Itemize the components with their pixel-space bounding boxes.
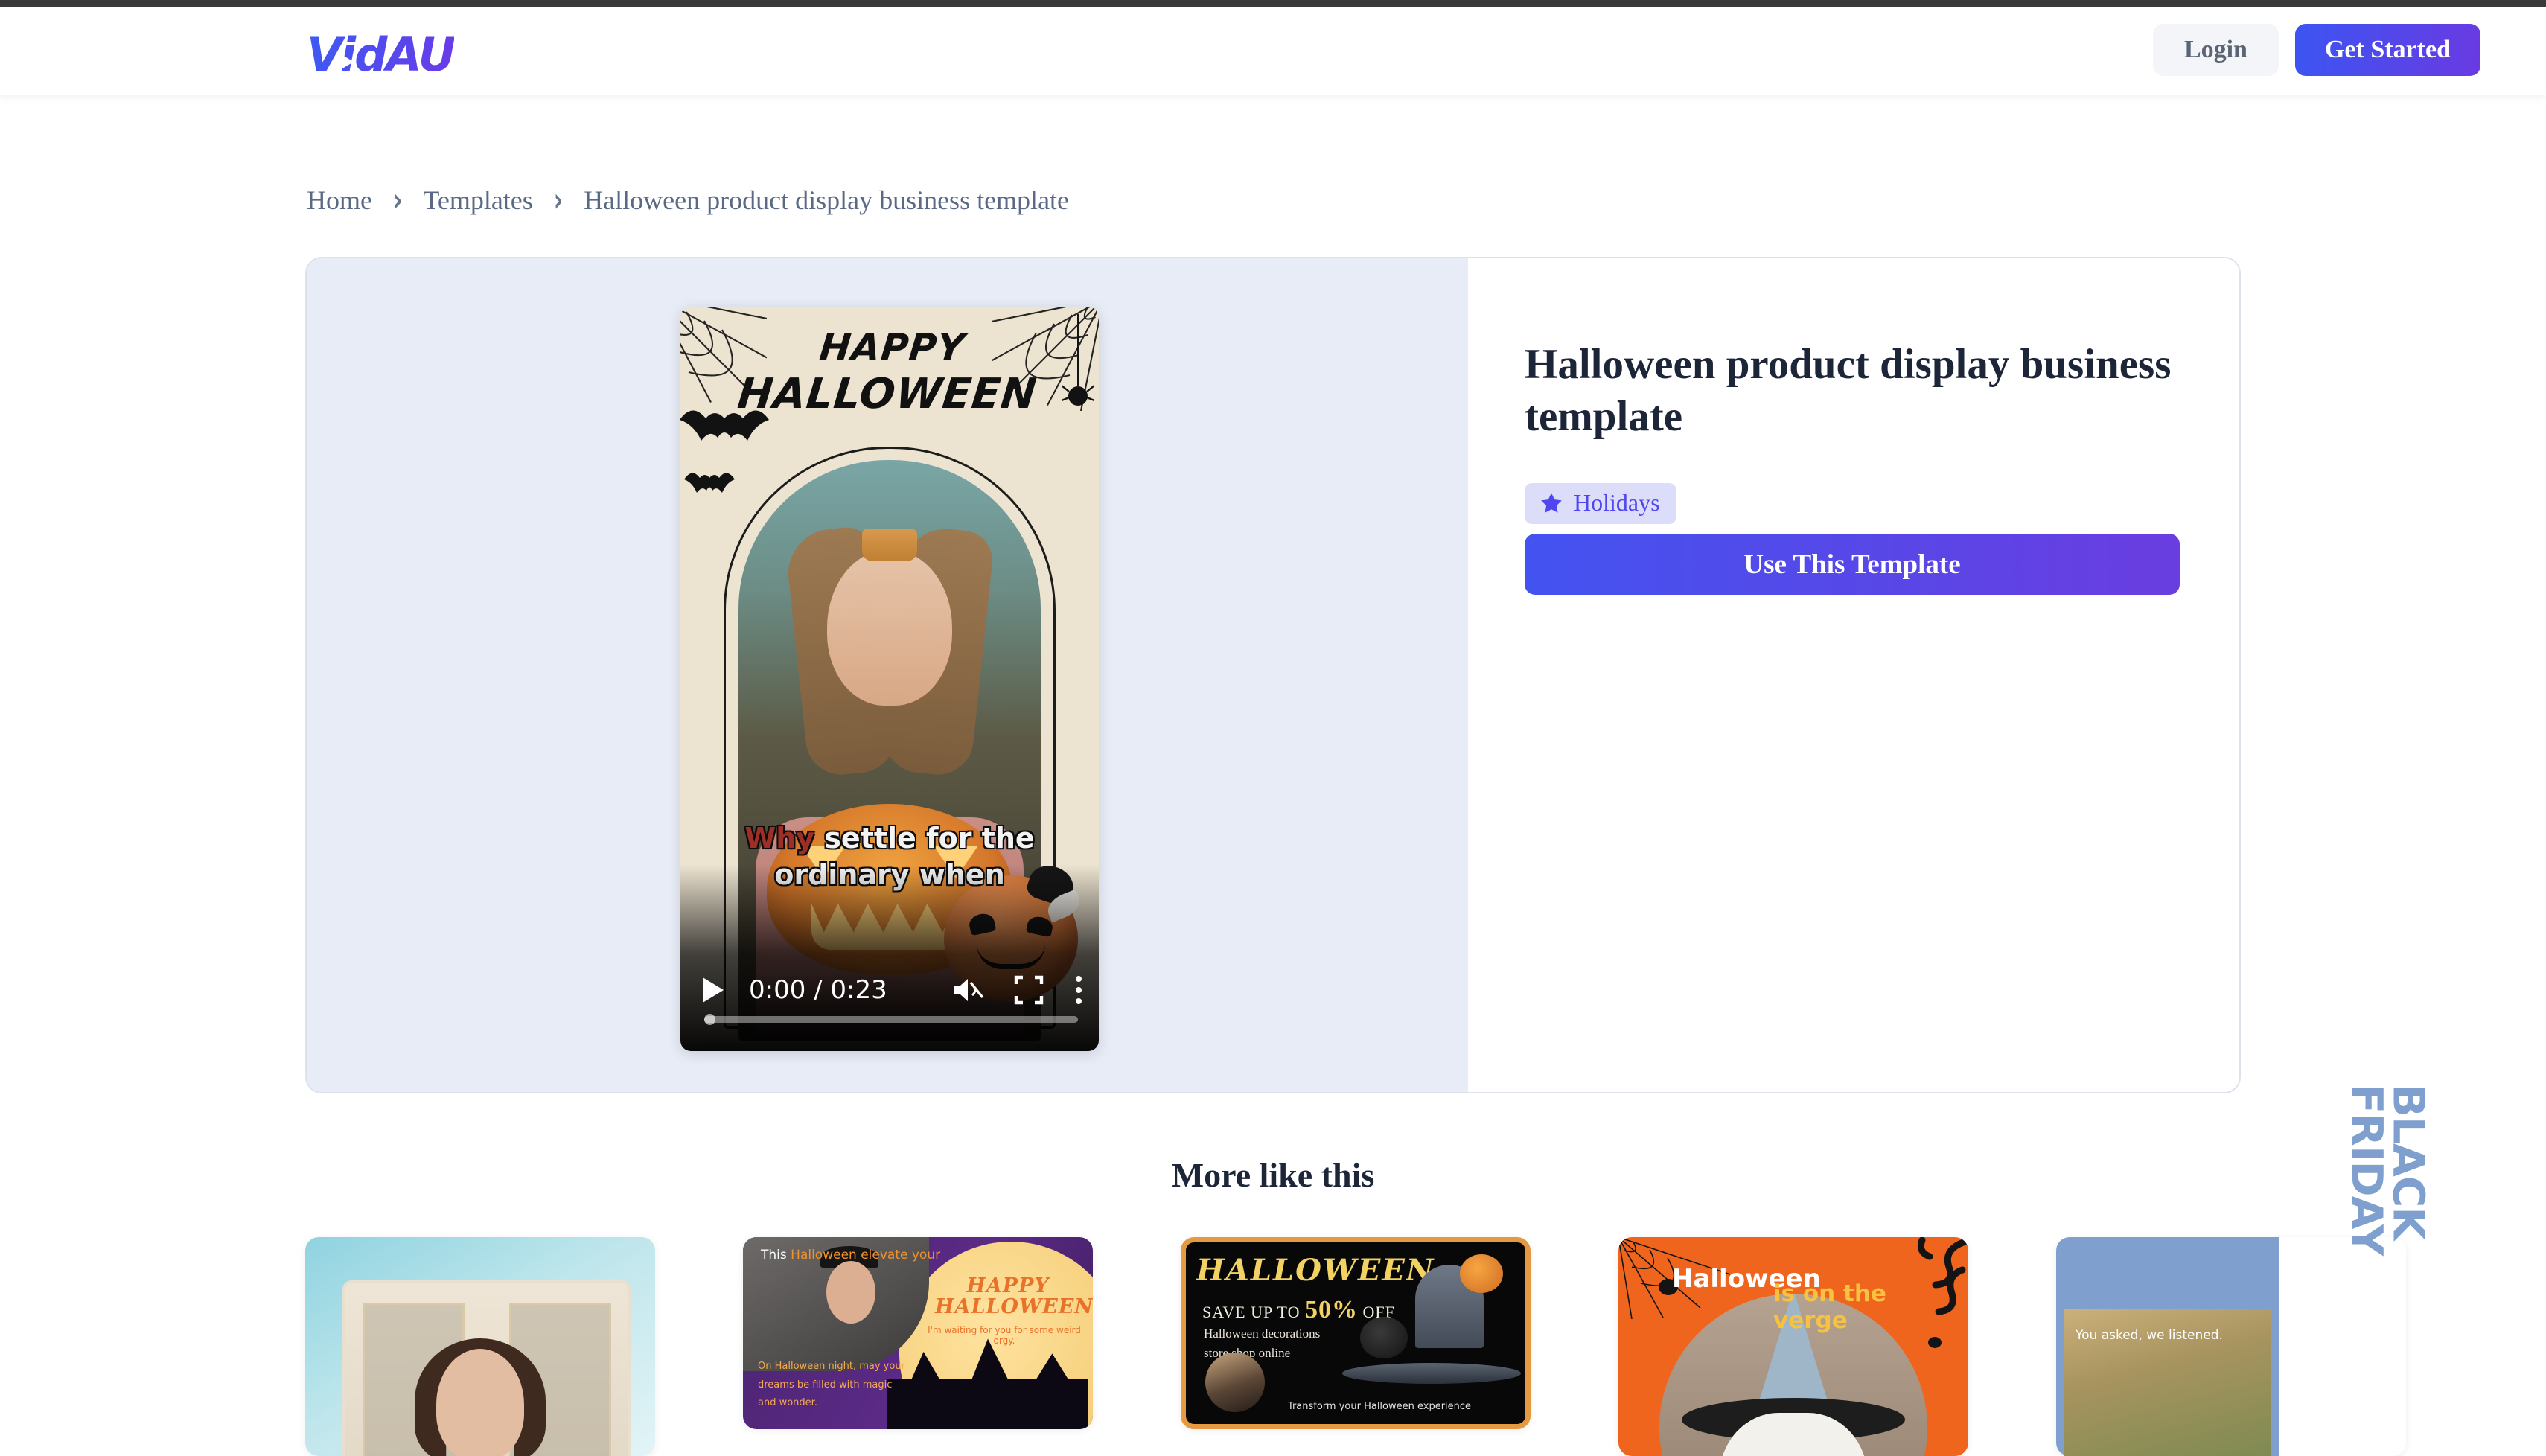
card4-line2: is on the verge (1773, 1280, 1886, 1334)
tag-label: Holidays (1574, 489, 1660, 516)
browser-chrome-strip (0, 0, 2546, 7)
card3-save-text: SAVE UP TO 50% OFF (1202, 1296, 1395, 1324)
related-card-purple-halloween[interactable]: This Halloween elevate your HAPPY HALLOWE… (743, 1237, 1093, 1429)
card3-footer: Transform your Halloween experience (1287, 1401, 1472, 1412)
breadcrumb-item-home[interactable]: Home (307, 185, 372, 216)
card2-title-line2: HALLOWEEN (935, 1295, 1093, 1319)
page-title: Halloween product display business templ… (1525, 341, 2172, 440)
get-started-button[interactable]: Get Started (2294, 24, 2480, 76)
person-face (436, 1349, 524, 1456)
fullscreen-icon[interactable] (1014, 975, 1044, 1005)
breadcrumb-item-current: Halloween product display business templ… (584, 185, 1070, 215)
card5-overlay-text: You asked, we listened. (2076, 1328, 2223, 1343)
use-this-template-button[interactable]: Use This Template (1525, 534, 2180, 595)
more-like-this-heading: More like this (1171, 1156, 1375, 1194)
chevron-right-icon: › (553, 181, 564, 220)
template-info-area: Halloween product display business templ… (1468, 258, 2239, 1092)
template-tags: Holidays (1525, 483, 1676, 524)
related-card-wardrobe[interactable] (305, 1237, 655, 1456)
dark-pumpkin-graphic (1360, 1317, 1408, 1358)
poster-title-line2: HALLOWEEN (735, 370, 1040, 418)
related-card-halloween-sale[interactable]: HALLOWEEN SAVE UP TO 50% OFF Halloween d… (1181, 1237, 1531, 1429)
card5-side-text: BLACK FRIDAY (2341, 1085, 2434, 1255)
star-icon (1541, 492, 1562, 513)
kebab-menu-icon[interactable] (1073, 974, 1084, 1006)
video-preview-area: HAPPY HALLOWEEN Why settle for the 0:00 … (307, 258, 1468, 1092)
spider-icon (1928, 1337, 1942, 1348)
card2-top-white: This (761, 1248, 791, 1262)
card3-save-amount: 50% (1304, 1296, 1358, 1324)
card3-headline: HALLOWEEN (1196, 1253, 1435, 1288)
card5-side-line2: FRIDAY (2341, 1084, 2393, 1255)
breadcrumb-item-templates[interactable]: Templates (423, 185, 532, 216)
witch-face (826, 1261, 875, 1324)
related-card-black-friday[interactable]: You asked, we listened. BLACK FRIDAY (2056, 1085, 2434, 1456)
card2-title-line1: HAPPY (966, 1274, 1050, 1297)
mini-pumpkin-hat (862, 529, 917, 561)
vidau-logo[interactable]: VidAU (307, 28, 456, 82)
breadcrumb: Home › Templates › Halloween product dis… (307, 182, 1070, 220)
video-controls: 0:00 / 0:23 (680, 963, 1099, 1051)
template-detail-panel: HAPPY HALLOWEEN Why settle for the 0:00 … (305, 257, 2241, 1093)
related-templates-list: This Halloween elevate your HAPPY HALLOWE… (305, 1085, 2434, 1456)
person-face (827, 549, 952, 706)
card2-bottom-text: On Halloween night, may your dreams be f… (758, 1360, 905, 1409)
card2-title: HAPPY HALLOWEEN (935, 1274, 1093, 1318)
pumpkin-graphic (1460, 1254, 1503, 1293)
site-header: VidAU Login Get Started (0, 7, 2546, 95)
caption-highlight: Why (744, 822, 815, 855)
card2-top-orange: Halloween elevate your (791, 1248, 941, 1262)
play-triangle-icon (339, 53, 354, 71)
card2-top-text: This Halloween elevate your (761, 1248, 1082, 1262)
tag-holidays[interactable]: Holidays (1525, 483, 1676, 524)
bat-icon (684, 473, 735, 493)
video-progress-bar[interactable] (704, 1014, 1078, 1025)
poster-title-line1: HAPPY (817, 326, 968, 369)
poster-title: HAPPY HALLOWEEN (680, 326, 1099, 419)
video-player[interactable]: HAPPY HALLOWEEN Why settle for the 0:00 … (680, 307, 1099, 1051)
header-actions: Login Get Started (2152, 24, 2480, 76)
card3-save-prefix: SAVE UP TO (1202, 1303, 1305, 1321)
muted-speaker-icon[interactable] (951, 975, 984, 1005)
time-display: 0:00 / 0:23 (749, 975, 887, 1005)
video-progress-knob[interactable] (704, 1014, 715, 1025)
display-plate-graphic (1342, 1363, 1521, 1384)
login-button[interactable]: Login (2152, 24, 2279, 76)
card2-subtitle: I'm waiting for you for some weird orgy. (928, 1325, 1081, 1346)
play-icon[interactable] (703, 977, 724, 1003)
chevron-right-icon: › (392, 181, 403, 220)
related-card-halloween-verge[interactable]: Halloween is on the verge (1618, 1237, 1968, 1456)
